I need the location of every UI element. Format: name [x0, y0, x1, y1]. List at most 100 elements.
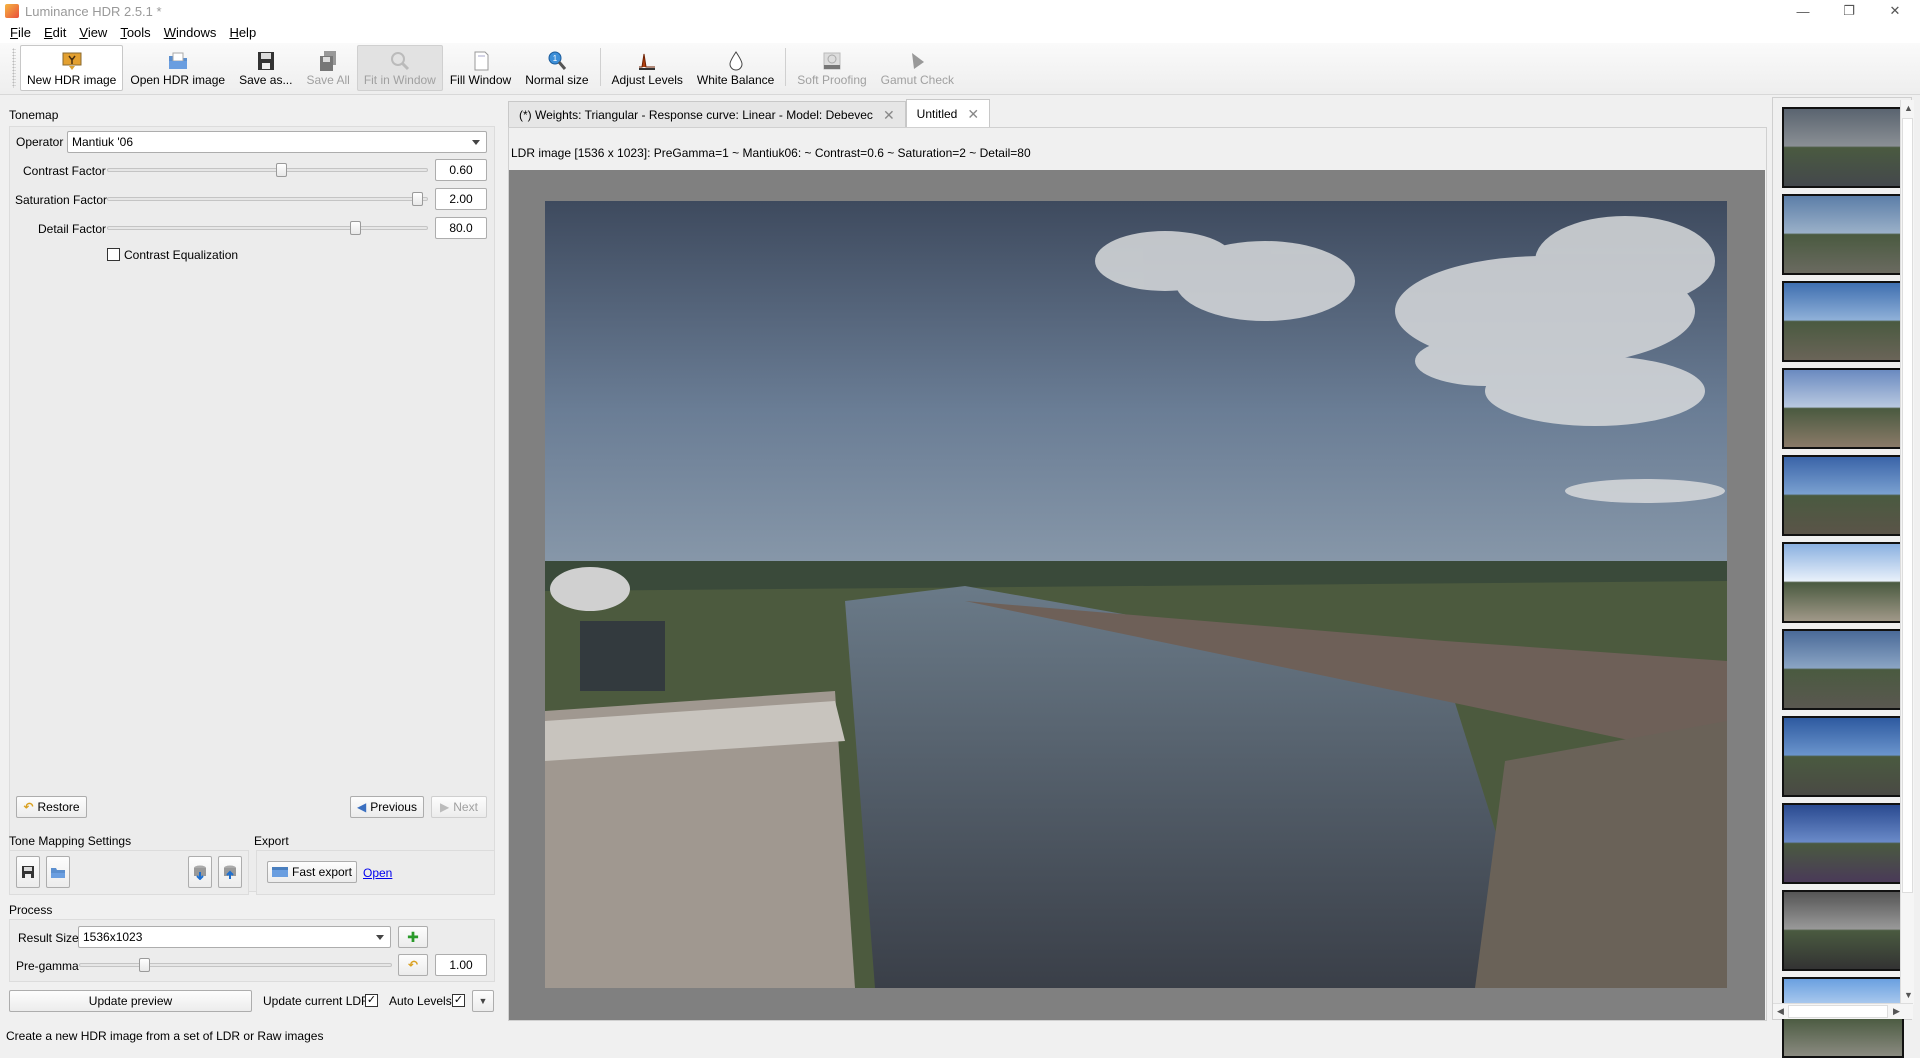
- save-icon: [255, 50, 277, 72]
- thumbnail-vivid-dark[interactable]: [1782, 455, 1904, 536]
- thumbnail-saturated[interactable]: [1782, 803, 1904, 884]
- result-size-label: Result Size: [18, 931, 79, 945]
- detail-factor-label: Detail Factor: [38, 222, 107, 236]
- tonemap-groupbox: [9, 126, 495, 892]
- soft-proofing-button[interactable]: Soft Proofing: [790, 45, 873, 91]
- toolbar-grip[interactable]: [12, 48, 16, 88]
- undo-icon: ↶: [407, 958, 419, 972]
- slider-handle[interactable]: [276, 163, 288, 177]
- checkmark-icon: ✓: [366, 994, 377, 1006]
- contrast-factor-slider[interactable]: [107, 160, 428, 180]
- vertical-scrollbar[interactable]: ▲ ▼: [1900, 100, 1914, 1005]
- arrow-left-icon: ◀: [357, 800, 367, 814]
- normal-size-button[interactable]: 1 Normal size: [518, 45, 595, 91]
- auto-levels-menu-button[interactable]: ▼: [472, 990, 494, 1012]
- result-size-select[interactable]: 1536x1023: [78, 926, 391, 948]
- menu-edit[interactable]: Edit: [44, 25, 66, 40]
- preview-image[interactable]: [545, 201, 1727, 988]
- previous-button[interactable]: ◀ Previous: [350, 796, 424, 818]
- thumbnail-desaturated[interactable]: [1782, 107, 1904, 188]
- status-bar-message: Create a new HDR image from a set of LDR…: [6, 1029, 324, 1043]
- operator-label: Operator: [16, 135, 64, 149]
- restore-button[interactable]: ❐: [1826, 0, 1872, 22]
- scroll-up-icon[interactable]: ▲: [1904, 103, 1913, 113]
- load-settings-db-button[interactable]: [218, 856, 242, 888]
- contrast-equalization-label: Contrast Equalization: [124, 248, 239, 262]
- menu-bar: File Edit View Tools Windows Help: [0, 22, 1920, 43]
- minimize-icon: —: [1796, 3, 1810, 19]
- menu-view[interactable]: View: [79, 25, 107, 40]
- thumbnail-deep-blue[interactable]: [1782, 716, 1904, 797]
- scrollbar-thumb[interactable]: [1788, 1005, 1888, 1018]
- scroll-left-icon[interactable]: ◀: [1777, 1006, 1784, 1017]
- tab-untitled[interactable]: Untitled ✕: [905, 99, 991, 128]
- update-current-ldr-checkbox[interactable]: ✓: [365, 994, 378, 1007]
- contrast-factor-input[interactable]: 0.60: [435, 159, 487, 181]
- saturation-factor-input[interactable]: 2.00: [435, 188, 487, 210]
- pregamma-slider[interactable]: [79, 955, 392, 975]
- thumbnail-cool[interactable]: [1782, 629, 1904, 710]
- detail-factor-slider[interactable]: [107, 218, 428, 238]
- close-icon: ✕: [1889, 3, 1901, 18]
- thumbnail-warm[interactable]: [1782, 368, 1904, 449]
- reset-pregamma-button[interactable]: ↶: [398, 954, 428, 976]
- fill-window-button[interactable]: Fill Window: [443, 45, 518, 91]
- left-panel: Tonemap Operator Mantiuk '06 Contrast Fa…: [0, 100, 500, 1018]
- open-export-link[interactable]: Open: [363, 866, 392, 880]
- close-button[interactable]: ✕: [1872, 0, 1918, 22]
- thumbnail-bright[interactable]: [1782, 542, 1904, 623]
- operator-select[interactable]: Mantiuk '06: [67, 131, 487, 153]
- svg-text:1: 1: [553, 54, 558, 63]
- slider-handle[interactable]: [411, 192, 423, 206]
- save-settings-button[interactable]: [16, 856, 40, 888]
- white-balance-button[interactable]: White Balance: [690, 45, 781, 91]
- menu-help[interactable]: Help: [229, 25, 256, 40]
- fit-in-window-button[interactable]: Fit in Window: [356, 45, 443, 91]
- horizontal-scrollbar[interactable]: ◀ ▶: [1773, 1003, 1913, 1019]
- slider-handle[interactable]: [350, 221, 362, 235]
- close-icon[interactable]: ✕: [883, 107, 895, 124]
- slider-handle[interactable]: [139, 958, 150, 972]
- restore-icon: ❐: [1843, 3, 1855, 18]
- chevron-down-icon: [472, 140, 480, 145]
- fill-window-icon: [470, 50, 492, 72]
- tab-hdr-weights[interactable]: (*) Weights: Triangular - Response curve…: [508, 101, 906, 128]
- add-size-button[interactable]: ✚: [398, 926, 428, 948]
- auto-levels-label: Auto Levels: [389, 994, 452, 1008]
- restore-button[interactable]: ↶ Restore: [16, 796, 87, 818]
- save-as-button[interactable]: Save as...: [232, 45, 299, 91]
- save-all-button[interactable]: Save All: [299, 45, 356, 91]
- process-title: Process: [9, 903, 53, 917]
- save-settings-db-button[interactable]: [188, 856, 212, 888]
- open-hdr-image-button[interactable]: Open HDR image: [123, 45, 232, 91]
- load-settings-button[interactable]: [46, 856, 70, 888]
- save-all-icon: [317, 50, 339, 72]
- adjust-levels-button[interactable]: Adjust Levels: [605, 45, 690, 91]
- title-bar: Luminance HDR 2.5.1 * — ❐ ✕: [0, 0, 1920, 22]
- thumbnail-grayscale[interactable]: [1782, 890, 1904, 971]
- auto-levels-checkbox[interactable]: ✓: [452, 994, 465, 1007]
- menu-windows[interactable]: Windows: [164, 25, 217, 40]
- scroll-down-icon[interactable]: ▼: [1904, 990, 1913, 1000]
- fast-export-button[interactable]: Fast export: [267, 861, 357, 883]
- saturation-factor-slider[interactable]: [107, 189, 428, 209]
- close-icon[interactable]: ✕: [967, 106, 979, 123]
- gamut-check-button[interactable]: Gamut Check: [874, 45, 961, 91]
- scrollbar-thumb[interactable]: [1902, 118, 1913, 893]
- detail-factor-input[interactable]: 80.0: [435, 217, 487, 239]
- update-preview-button[interactable]: Update preview: [9, 990, 252, 1012]
- pregamma-input[interactable]: 1.00: [435, 954, 487, 976]
- tone-mapping-settings-groupbox: [9, 850, 249, 895]
- scroll-right-icon[interactable]: ▶: [1893, 1006, 1900, 1017]
- thumbnail-vivid[interactable]: [1782, 281, 1904, 362]
- chevron-down-icon: ▼: [478, 996, 488, 1006]
- new-hdr-image-button[interactable]: New HDR image: [20, 45, 124, 91]
- gamut-check-icon: [906, 50, 928, 72]
- next-button[interactable]: ▶ Next: [431, 796, 487, 818]
- thumbnail-natural[interactable]: [1782, 194, 1904, 275]
- plus-icon: ✚: [407, 928, 419, 945]
- menu-tools[interactable]: Tools: [120, 25, 150, 40]
- menu-file[interactable]: File: [10, 25, 31, 40]
- contrast-equalization-checkbox[interactable]: [107, 248, 120, 261]
- minimize-button[interactable]: —: [1780, 0, 1826, 22]
